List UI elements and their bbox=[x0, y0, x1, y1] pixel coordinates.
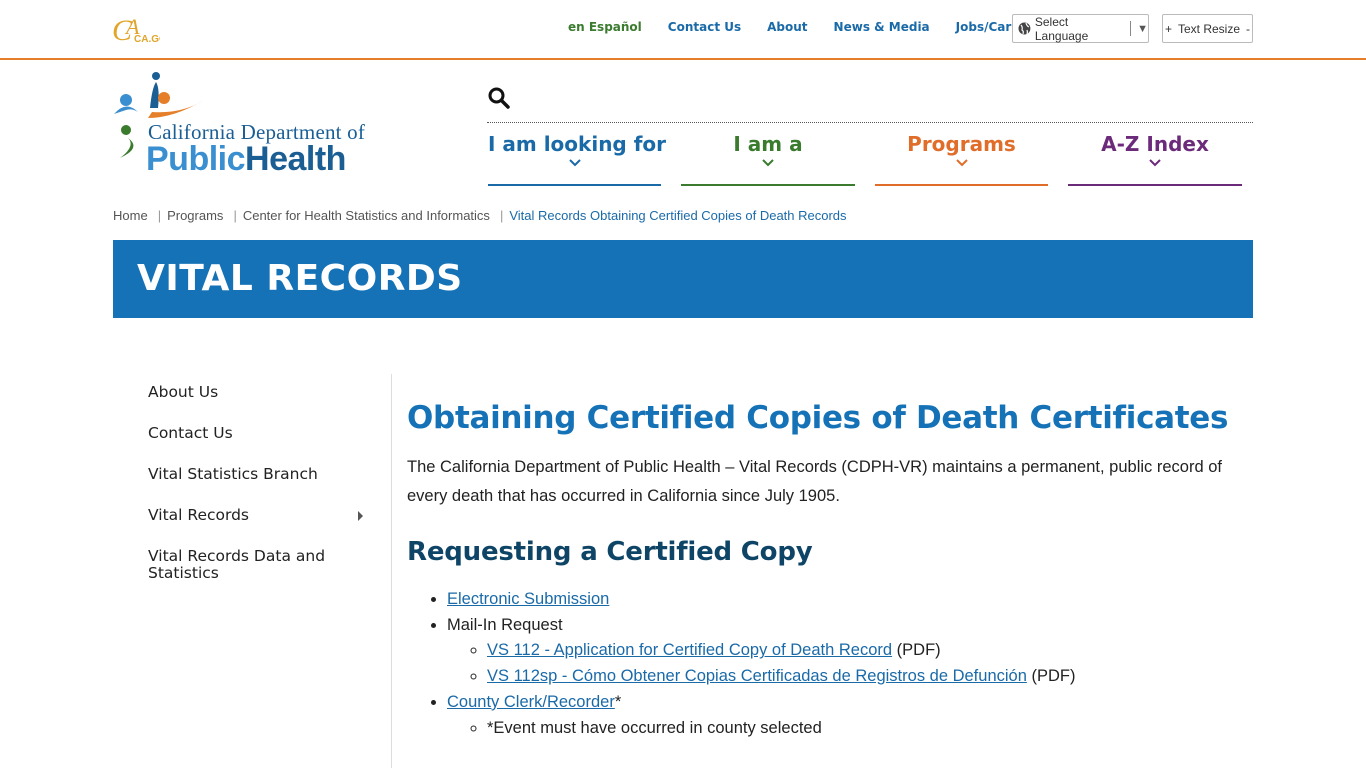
nav-label: I am a bbox=[733, 132, 803, 156]
caret-right-icon[interactable] bbox=[358, 511, 363, 521]
search-divider bbox=[487, 122, 1253, 123]
intro-paragraph: The California Department of Public Heal… bbox=[407, 458, 1222, 505]
pdf-label: (PDF) bbox=[1026, 667, 1076, 686]
request-methods-list: Electronic Submission Mail-In Request VS… bbox=[447, 587, 1253, 741]
link-news-media[interactable]: News & Media bbox=[834, 20, 930, 34]
mail-in-sublist: VS 112 - Application for Certified Copy … bbox=[487, 638, 1253, 689]
breadcrumb-programs[interactable]: Programs bbox=[167, 208, 223, 223]
nav-label: A-Z Index bbox=[1101, 132, 1209, 156]
chevron-down-icon bbox=[955, 159, 968, 167]
sidebar-item-about-us[interactable]: About Us bbox=[148, 384, 388, 401]
globe-icon bbox=[1018, 22, 1031, 35]
county-clerk-link[interactable]: County Clerk/Recorder bbox=[447, 693, 615, 711]
mail-in-label: Mail-In Request bbox=[447, 615, 563, 634]
ca-gov-logo[interactable]: C A CA.GOV bbox=[112, 10, 160, 46]
electronic-submission-link[interactable]: Electronic Submission bbox=[447, 590, 609, 608]
nav-underline bbox=[875, 184, 1048, 186]
sidebar-item-vital-records[interactable]: Vital Records bbox=[148, 507, 388, 524]
sidebar-item-vital-statistics-branch[interactable]: Vital Statistics Branch bbox=[148, 466, 388, 483]
chevron-down-icon bbox=[762, 159, 774, 167]
cdph-logo[interactable]: California Department of PublicHealth bbox=[112, 70, 382, 180]
nav-underline bbox=[1068, 184, 1242, 186]
list-item: Mail-In Request VS 112 - Application for… bbox=[447, 613, 1253, 690]
nav-label: Programs bbox=[907, 132, 1016, 156]
content-title: Obtaining Certified Copies of Death Cert… bbox=[407, 400, 1229, 436]
asterisk: * bbox=[614, 692, 622, 711]
cdph-logo-line2: PublicHealth bbox=[146, 140, 346, 179]
ca-gov-logo-text: CA.GOV bbox=[134, 34, 160, 45]
breadcrumb: Home | Programs | Center for Health Stat… bbox=[113, 208, 847, 223]
breadcrumb-chsi[interactable]: Center for Health Statistics and Informa… bbox=[243, 208, 490, 223]
text-increase-button[interactable]: + bbox=[1165, 22, 1172, 36]
main-content: Obtaining Certified Copies of Death Cert… bbox=[407, 398, 1253, 741]
nav-a-z-index[interactable]: A-Z Index bbox=[1068, 128, 1242, 186]
language-select-label: Select Language bbox=[1034, 14, 1089, 43]
nav-programs[interactable]: Programs bbox=[875, 128, 1048, 186]
nav-label: I am looking for bbox=[488, 132, 667, 156]
breadcrumb-current: Vital Records Obtaining Certified Copies… bbox=[509, 208, 847, 223]
county-note: *Event must have occurred in county sele… bbox=[487, 716, 1253, 742]
pdf-label: (PDF) bbox=[892, 641, 941, 660]
caret-down-icon: ▼ bbox=[1137, 22, 1148, 35]
chevron-down-icon bbox=[568, 159, 581, 167]
text-resize-label: Text Resize bbox=[1177, 21, 1241, 36]
nav-underline bbox=[681, 184, 855, 186]
county-sublist: *Event must have occurred in county sele… bbox=[487, 716, 1253, 742]
vs112-link[interactable]: VS 112 - Application for Certified Copy … bbox=[487, 641, 892, 659]
section-heading: Requesting a Certified Copy bbox=[407, 537, 813, 567]
nav-i-am-a[interactable]: I am a bbox=[681, 128, 855, 186]
list-item: County Clerk/Recorder* *Event must have … bbox=[447, 690, 1253, 741]
link-about[interactable]: About bbox=[767, 20, 807, 34]
nav-underline bbox=[488, 184, 661, 186]
list-item: VS 112 - Application for Certified Copy … bbox=[487, 638, 1253, 664]
nav-i-am-looking-for[interactable]: I am looking for bbox=[488, 128, 667, 186]
cdph-logo-public: Public bbox=[146, 140, 246, 178]
sidebar-item-contact-us[interactable]: Contact Us bbox=[148, 425, 388, 442]
cdph-logo-health: Health bbox=[245, 140, 346, 178]
main-nav: I am looking for I am a Programs A-Z Ind… bbox=[487, 128, 1253, 188]
sidebar-item-label: Vital Records bbox=[148, 506, 250, 524]
vs112sp-link[interactable]: VS 112sp - Cómo Obtener Copias Certifica… bbox=[487, 667, 1027, 685]
link-en-espanol[interactable]: en Español bbox=[568, 20, 642, 34]
text-decrease-button[interactable]: - bbox=[1246, 22, 1250, 36]
language-select-divider bbox=[1130, 21, 1132, 36]
search-icon[interactable] bbox=[487, 86, 511, 110]
list-item: Electronic Submission bbox=[447, 587, 1253, 613]
list-item: VS 112sp - Cómo Obtener Copias Certifica… bbox=[487, 664, 1253, 690]
page-banner-title: VITAL RECORDS bbox=[137, 258, 463, 299]
breadcrumb-home[interactable]: Home bbox=[113, 208, 148, 223]
chevron-down-icon bbox=[1149, 159, 1161, 167]
language-select[interactable]: Select Language ▼ bbox=[1012, 14, 1149, 43]
breadcrumb-separator: | bbox=[499, 208, 504, 223]
sidebar-nav: About Us Contact Us Vital Statistics Bra… bbox=[148, 384, 388, 606]
breadcrumb-separator: | bbox=[233, 208, 237, 223]
link-contact-us[interactable]: Contact Us bbox=[668, 20, 741, 34]
sidebar-item-vital-records-data[interactable]: Vital Records Data and Statistics bbox=[148, 548, 348, 582]
text-resize-control[interactable]: + Text Resize - bbox=[1162, 14, 1253, 43]
utility-bar: C A CA.GOV en Español Contact Us About N… bbox=[0, 0, 1366, 60]
sidebar-divider bbox=[391, 374, 392, 768]
utility-links: en Español Contact Us About News & Media… bbox=[568, 20, 1067, 34]
page-banner: VITAL RECORDS bbox=[113, 240, 1253, 318]
breadcrumb-separator: | bbox=[157, 208, 162, 223]
